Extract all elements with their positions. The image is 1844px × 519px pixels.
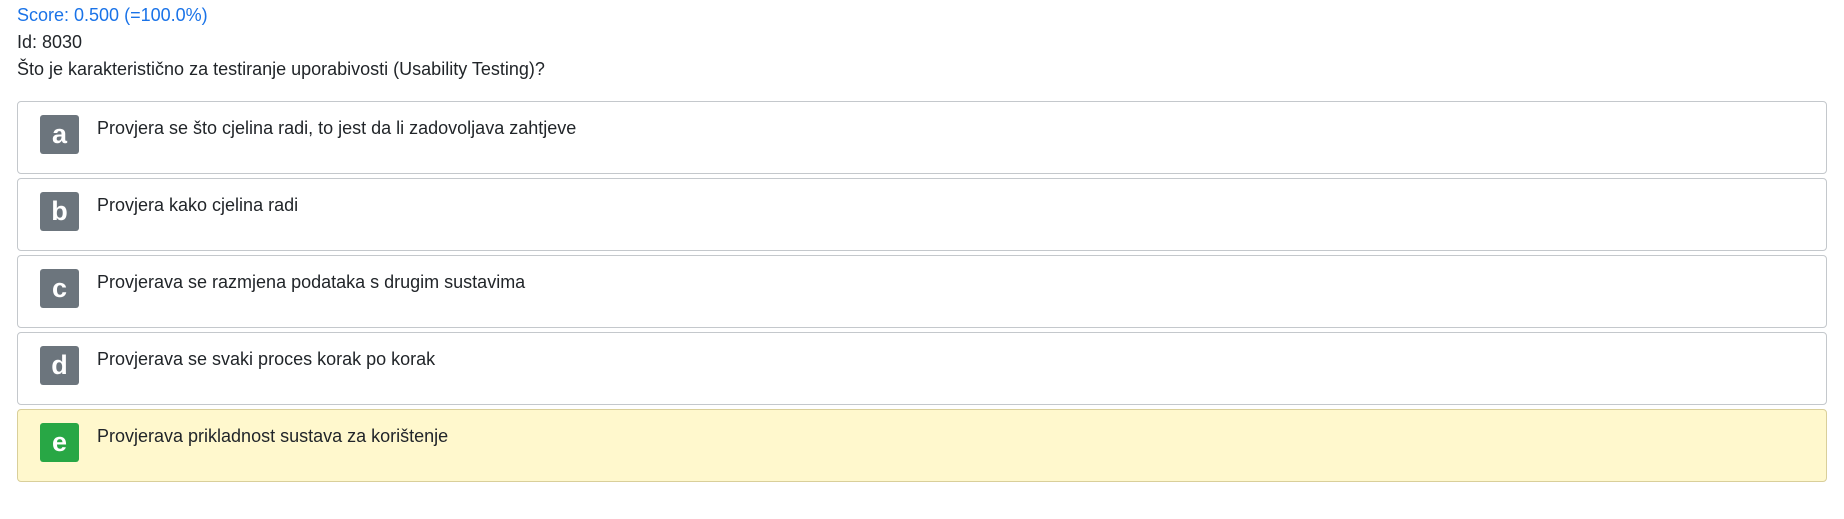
question-id: Id: 8030 (17, 32, 83, 52)
option-text: Provjera kako cjelina radi (97, 195, 299, 215)
option-text: Provjerava prikladnost sustava za korišt… (97, 426, 449, 446)
answer-option-b[interactable]: b Provjera kako cjelina radi (17, 178, 1827, 251)
option-text: Provjerava se razmjena podataka s drugim… (97, 272, 526, 292)
answer-option-e[interactable]: e Provjerava prikladnost sustava za kori… (17, 409, 1827, 482)
option-letter-badge: b (40, 192, 79, 231)
option-letter-badge: c (40, 269, 79, 308)
option-letter-badge: e (40, 423, 79, 462)
option-letter-badge: a (40, 115, 79, 154)
option-text: Provjera se što cjelina radi, to jest da… (97, 118, 577, 138)
answer-option-a[interactable]: a Provjera se što cjelina radi, to jest … (17, 101, 1827, 174)
option-text: Provjerava se svaki proces korak po kora… (97, 349, 436, 369)
answer-options-list: a Provjera se što cjelina radi, to jest … (17, 101, 1827, 486)
question-text: Što je karakteristično za testiranje upo… (17, 59, 545, 79)
answer-option-d[interactable]: d Provjerava se svaki proces korak po ko… (17, 332, 1827, 405)
score-text: Score: 0.500 (=100.0%) (17, 5, 208, 25)
answer-option-c[interactable]: c Provjerava se razmjena podataka s drug… (17, 255, 1827, 328)
option-letter-badge: d (40, 346, 79, 385)
